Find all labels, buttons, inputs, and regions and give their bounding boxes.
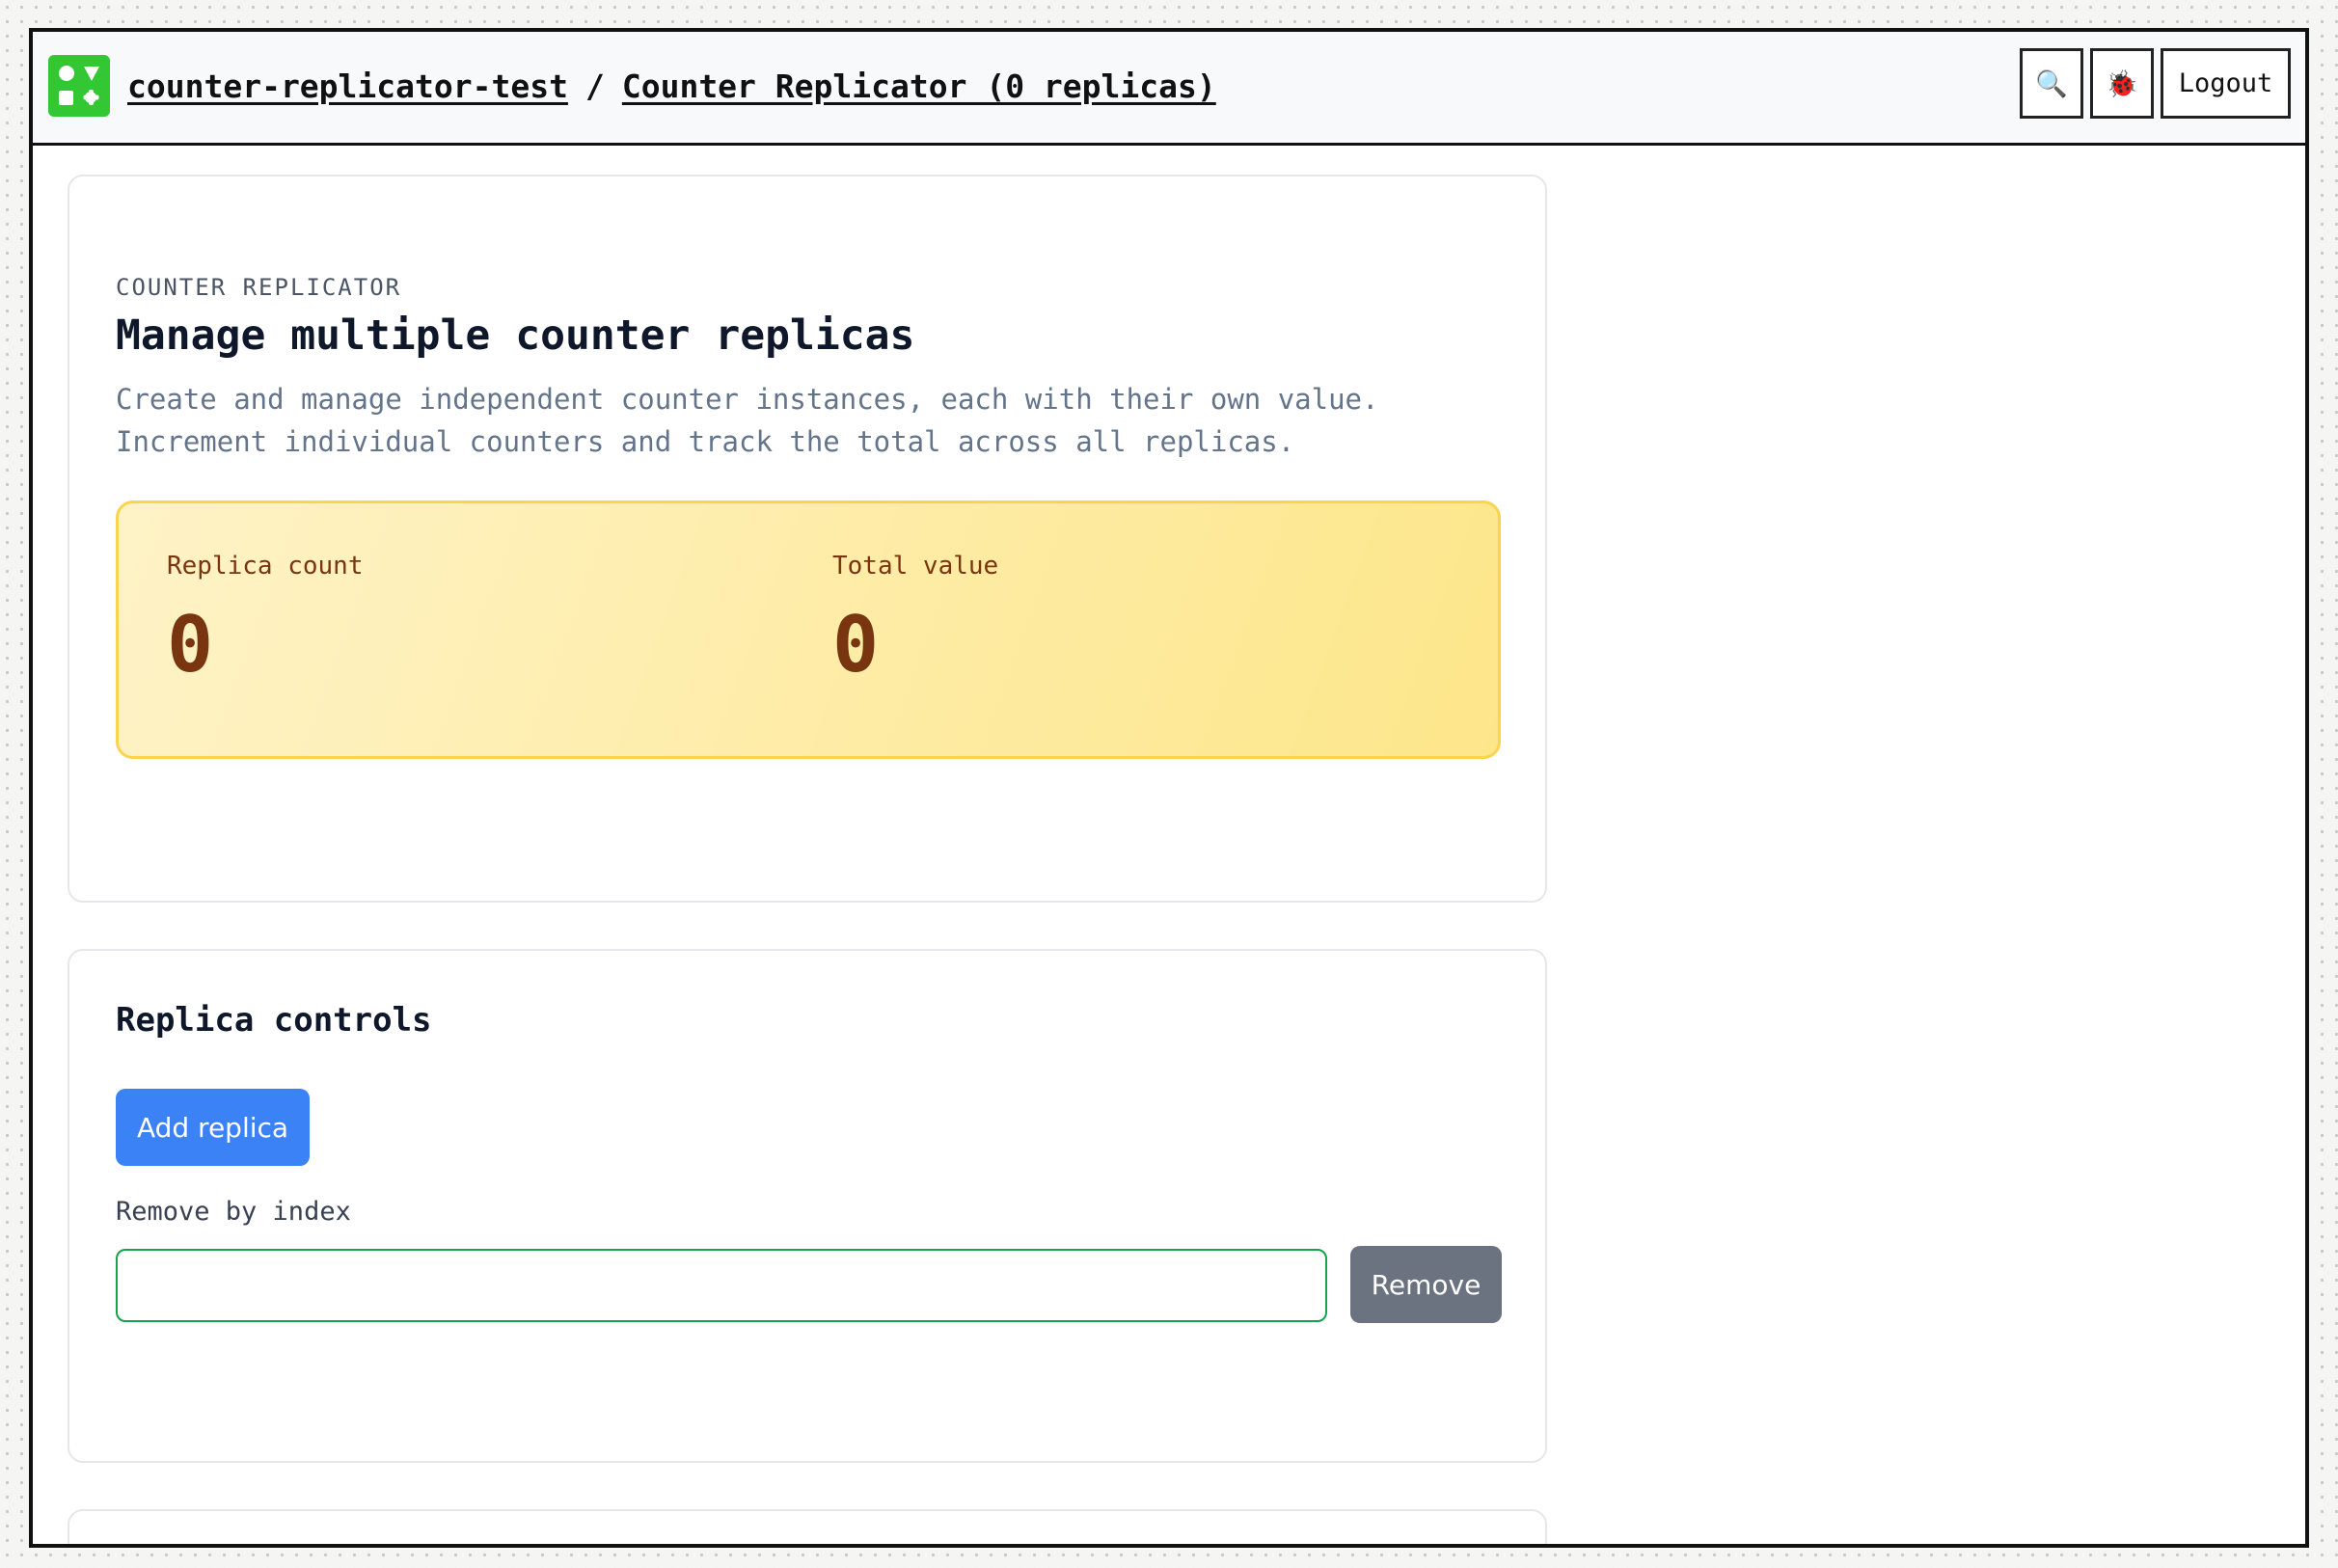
app-window: counter-replicator-test / Counter Replicat… bbox=[29, 28, 2309, 1548]
remove-button[interactable]: Remove bbox=[1350, 1246, 1502, 1323]
breadcrumb-page-link[interactable]: Counter Replicator (0 replicas) bbox=[622, 68, 1216, 105]
intro-card: COUNTER REPLICATOR Manage multiple count… bbox=[68, 175, 1547, 903]
add-replica-button[interactable]: Add replica bbox=[116, 1089, 310, 1166]
replica-controls-card: Replica controls Add replica Remove by i… bbox=[68, 949, 1547, 1463]
search-button[interactable]: 🔍 bbox=[2020, 48, 2083, 119]
remove-index-input[interactable] bbox=[116, 1249, 1327, 1322]
replica-count-stat: Replica count 0 bbox=[167, 552, 364, 689]
top-bar: counter-replicator-test / Counter Replicat… bbox=[33, 32, 2305, 146]
bug-icon: 🐞 bbox=[2106, 68, 2138, 99]
breadcrumb-separator: / bbox=[584, 68, 605, 105]
total-value-label: Total value bbox=[832, 552, 999, 581]
replica-count-value: 0 bbox=[167, 600, 214, 689]
replica-list-card bbox=[68, 1509, 1547, 1544]
breadcrumb: counter-replicator-test / Counter Replicat… bbox=[127, 68, 1216, 106]
total-value-stat: Total value 0 bbox=[832, 552, 998, 689]
debug-button[interactable]: 🐞 bbox=[2090, 48, 2154, 119]
breadcrumb-project-link[interactable]: counter-replicator-test bbox=[127, 68, 568, 105]
total-value-value: 0 bbox=[832, 600, 880, 689]
app-logo-icon[interactable] bbox=[48, 55, 110, 117]
remove-index-label: Remove by index bbox=[116, 1197, 351, 1227]
page-description: Create and manage independent counter in… bbox=[116, 383, 1379, 458]
page-title: Manage multiple counter replicas bbox=[116, 311, 915, 360]
controls-title: Replica controls bbox=[116, 1001, 432, 1040]
stats-panel: Replica count 0 Total value 0 bbox=[116, 500, 1501, 759]
logout-button[interactable]: Logout bbox=[2161, 48, 2291, 119]
search-icon: 🔍 bbox=[2035, 68, 2068, 99]
replica-count-label: Replica count bbox=[167, 552, 364, 581]
eyebrow-label: COUNTER REPLICATOR bbox=[116, 274, 402, 301]
